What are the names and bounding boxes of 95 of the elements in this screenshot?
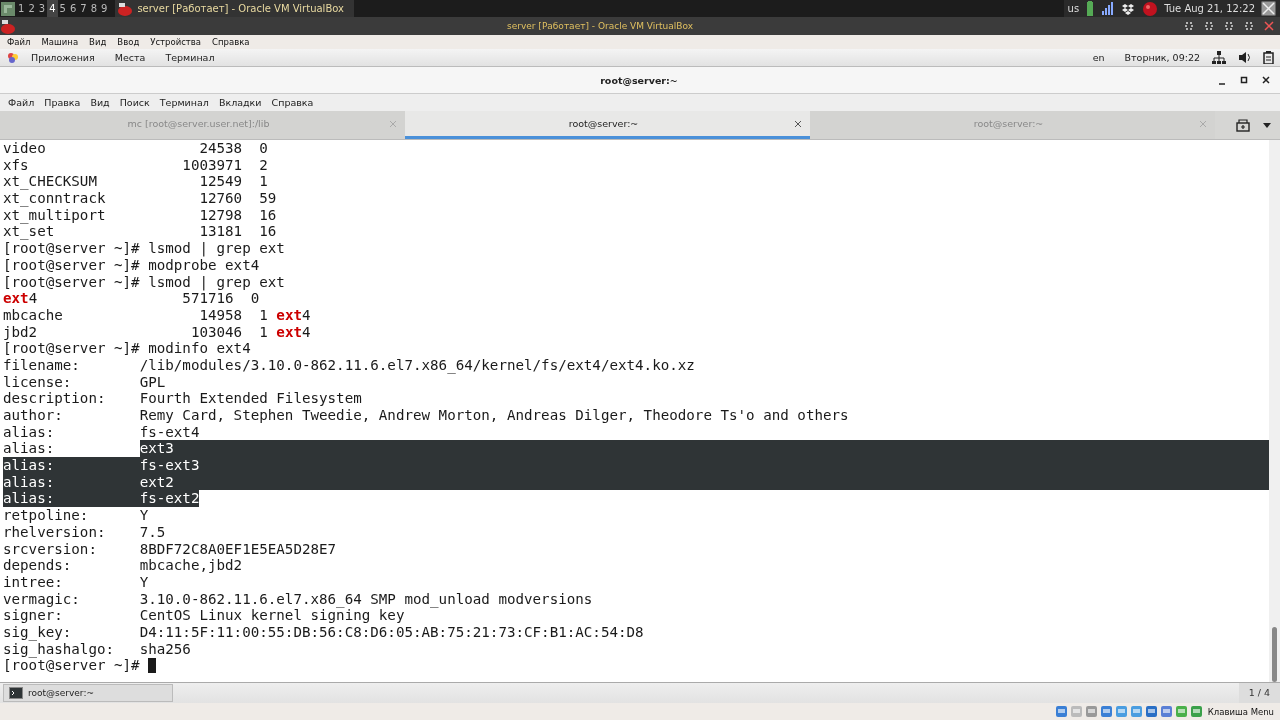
terminal-text: xt_CHECKSUM 12549 1: [3, 173, 268, 191]
terminal-text: [root@server ~]#: [3, 657, 141, 674]
status-icon: [1142, 0, 1159, 17]
workspace-button[interactable]: 7: [78, 0, 89, 17]
workspace-button[interactable]: 5: [57, 0, 68, 17]
terminal-text: depends: mbcache,jbd2: [3, 557, 243, 574]
terminal-text: [root@server ~]# modprobe ext4: [3, 256, 260, 274]
menu-item[interactable]: Справка: [266, 97, 319, 108]
terminal-text: xt_conntrack 12760 59: [3, 190, 277, 207]
terminal-text: 4 571716 0: [28, 290, 260, 307]
menu-item[interactable]: Вид: [85, 97, 115, 108]
terminal-text: author: Remy Card, Stephen Tweedie, Andrew Morton, Andreas Dilger, Theodore Ts'o and others: [3, 407, 849, 424]
window-title: server [Работает] - Oracle VM VirtualBox: [506, 21, 694, 31]
panel-menu[interactable]: Места: [106, 52, 154, 63]
terminal-text: sig_hashalgo: sha256: [3, 640, 191, 658]
workspace-button[interactable]: 3: [36, 0, 48, 17]
volume-icon: [1238, 51, 1251, 64]
terminal-text: jbd2 103046 1: [3, 323, 269, 341]
terminal-text: [root@server ~]# lsmod | grep ext: [3, 273, 285, 291]
move-icon[interactable]: [1184, 21, 1194, 31]
menu-item[interactable]: Поиск: [114, 97, 155, 108]
selected-text: alias: fs-ext2: [3, 490, 200, 508]
close-icon[interactable]: [794, 119, 802, 128]
terminal-text: rhelversion: 7.5: [3, 523, 166, 541]
panel-menu[interactable]: Приложения: [23, 52, 103, 63]
menu-item[interactable]: Справка: [212, 37, 250, 47]
terminal-icon: [9, 687, 23, 699]
terminal-text: 4: [301, 323, 311, 341]
dropdown-icon[interactable]: [1262, 121, 1272, 129]
terminal-text: 4: [301, 306, 311, 324]
workspace-button[interactable]: 8: [88, 0, 99, 17]
workspace-button[interactable]: 9: [99, 0, 110, 17]
terminal-text: license: GPL: [3, 373, 166, 391]
text-cursor: [148, 658, 157, 674]
menu-item[interactable]: Машина: [41, 37, 79, 47]
menu-item[interactable]: Ввод: [117, 37, 140, 47]
keyboard-layout[interactable]: us: [1067, 3, 1080, 14]
battery-icon: [1263, 51, 1274, 64]
terminal-text: description: Fourth Extended Filesystem: [3, 390, 362, 407]
terminal-text: [root@server ~]# modinfo ext4: [3, 340, 251, 357]
menu-item[interactable]: Файл: [3, 97, 40, 108]
menu-item[interactable]: Вид: [89, 37, 107, 47]
app-icon: [0, 17, 16, 35]
new-tab-icon[interactable]: [1236, 118, 1250, 132]
seamless-icon[interactable]: [1224, 21, 1234, 31]
menu-item[interactable]: Устройства: [150, 37, 202, 47]
terminal-text: signer: CentOS Linux kernel signing key: [3, 607, 405, 624]
terminal-text: filename: /lib/modules/3.10.0-862.11.6.el7.x86_64/kernel/fs/ext4/ext4.ko.xz: [3, 356, 695, 374]
terminal-text: alias:: [3, 440, 56, 458]
scale-icon[interactable]: [1244, 21, 1254, 31]
scrollbar-thumb[interactable]: [1272, 627, 1277, 682]
menu-item[interactable]: Файл: [7, 37, 31, 47]
terminal-text: vermagic: 3.10.0-862.11.6.el7.x86_64 SMP mod_unload modversions: [3, 590, 593, 608]
highlighted-text: ext: [3, 290, 29, 307]
maximize-icon[interactable]: [1240, 75, 1248, 84]
host-key-label: Клавиша Menu: [1207, 706, 1274, 717]
terminal-text: mbcache 14958 1: [3, 306, 269, 324]
terminal-text: xt_multiport 12798 16: [3, 206, 277, 224]
taskbar-button[interactable]: server [Работает] - Oracle VM VirtualBox: [115, 0, 354, 17]
menu-item[interactable]: Правка: [39, 97, 86, 108]
workspace-button[interactable]: 6: [67, 0, 79, 17]
clock[interactable]: Вторник, 09:22: [1116, 52, 1208, 63]
terminal-text: [root@server ~]# lsmod | grep ext: [3, 240, 285, 257]
terminal-text: video 24538 0: [3, 140, 268, 157]
terminal-text: xfs 1003971 2: [3, 156, 268, 174]
taskbar-button[interactable]: root@server:~: [3, 684, 173, 702]
panel-menu[interactable]: Терминал: [157, 52, 223, 63]
terminal-text: sig_key: D4:11:5F:11:00:55:DB:56:C8:D6:05:AB:75:21:73:CF:B1:AC:54:D8: [3, 623, 644, 641]
selected-text: alias: fs-ext3: [3, 457, 200, 474]
workspace-button[interactable]: 1: [16, 0, 27, 17]
menu-item[interactable]: Терминал: [154, 97, 214, 108]
menu-icon[interactable]: [0, 0, 16, 17]
fullscreen-icon[interactable]: [1204, 21, 1214, 31]
terminal-text: intree: Y: [3, 573, 149, 591]
selected-text: ext3: [139, 440, 174, 458]
menu-item[interactable]: Вкладки: [213, 97, 267, 108]
workspace-pager[interactable]: 1 / 4: [1238, 683, 1280, 703]
workspace-button[interactable]: 2: [26, 0, 37, 17]
battery-icon: [1085, 0, 1096, 17]
workspace-button[interactable]: 4: [47, 0, 58, 17]
apps-icon: [6, 51, 19, 64]
clock: Tue Aug 21, 12:22: [1164, 3, 1255, 14]
terminal-text: xt_set 13181 16: [3, 223, 277, 241]
highlighted-text: ext: [276, 323, 302, 341]
close-icon: [1261, 1, 1276, 16]
window-title: root@server:~: [599, 74, 679, 86]
app-icon: [117, 0, 134, 17]
keyboard-layout[interactable]: en: [1084, 52, 1113, 63]
terminal-text: srcversion: 8BDF72C8A0EF1E5EA5D28E7: [3, 540, 337, 558]
close-icon[interactable]: [1262, 75, 1270, 84]
highlighted-text: ext: [276, 306, 302, 324]
terminal-text: retpoline: Y: [3, 507, 149, 524]
terminal-tab[interactable]: root@server:~: [405, 111, 810, 139]
terminal-text: alias: fs-ext4: [3, 423, 200, 441]
signal-icon: [1101, 1, 1115, 16]
